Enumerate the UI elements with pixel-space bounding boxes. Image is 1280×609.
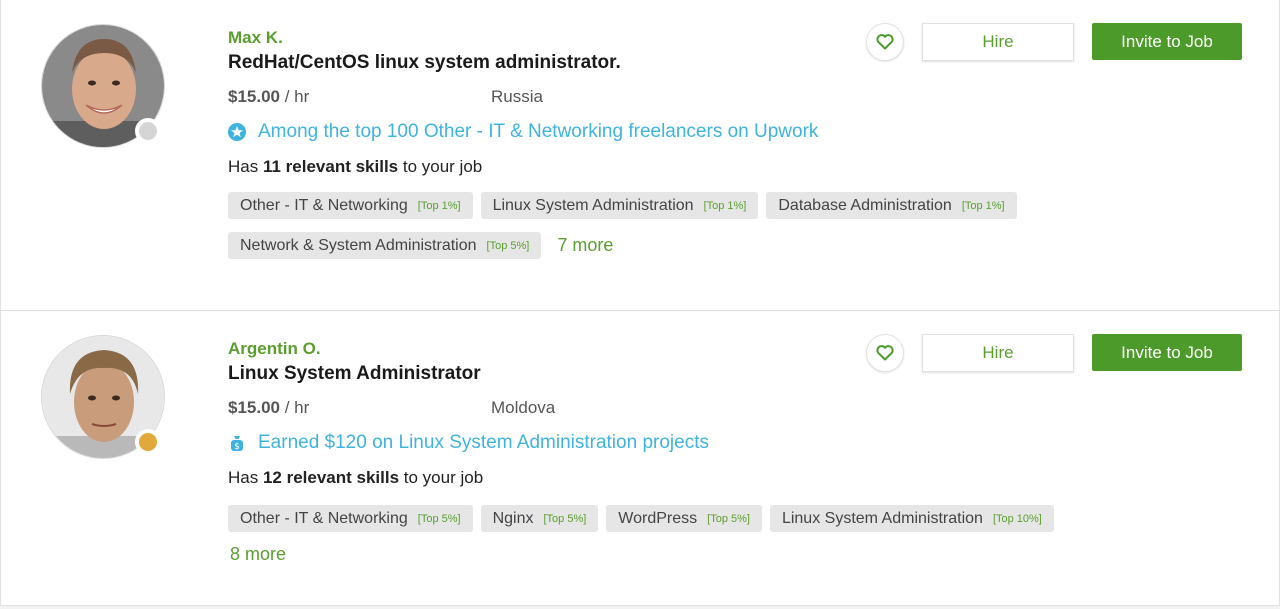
skill-tag[interactable]: Network & System Administration [Top 5%] bbox=[228, 232, 542, 259]
freelancer-title[interactable]: Linux System Administrator bbox=[228, 363, 481, 385]
more-skills-link[interactable]: 8 more bbox=[230, 544, 286, 565]
relevant-skills-summary: Has 11 relevant skills to your job bbox=[228, 157, 483, 176]
skill-tag[interactable]: Other - IT & Networking [Top 1%] bbox=[228, 192, 473, 219]
heart-icon bbox=[876, 345, 894, 361]
money-bag-icon: $ bbox=[228, 434, 246, 452]
hire-button[interactable]: Hire bbox=[922, 334, 1074, 372]
skill-tag[interactable]: Other - IT & Networking [Top 5%] bbox=[228, 505, 473, 532]
invite-to-job-button[interactable]: Invite to Job bbox=[1092, 23, 1242, 60]
freelancer-card[interactable]: Argentin O. Linux System Administrator $… bbox=[0, 311, 1280, 606]
save-favorite-button[interactable] bbox=[866, 334, 904, 372]
badge-text: Earned $120 on Linux System Administrati… bbox=[258, 432, 709, 453]
hourly-rate: $15.00 / hr bbox=[228, 87, 310, 106]
skill-tag[interactable]: Database Administration [Top 1%] bbox=[766, 192, 1017, 219]
location: Moldova bbox=[491, 398, 556, 417]
location: Russia bbox=[491, 87, 543, 106]
earnings-badge: $ Earned $120 on Linux System Administra… bbox=[228, 432, 709, 454]
save-favorite-button[interactable] bbox=[866, 23, 904, 61]
heart-icon bbox=[876, 34, 894, 50]
skill-tags-row: Network & System Administration [Top 5%] … bbox=[228, 232, 613, 259]
away-status-dot bbox=[135, 429, 161, 455]
achievement-badge: Among the top 100 Other - IT & Networkin… bbox=[228, 121, 818, 143]
invite-to-job-button[interactable]: Invite to Job bbox=[1092, 334, 1242, 371]
skill-tags-row: Other - IT & Networking [Top 5%] Nginx [To… bbox=[228, 505, 1054, 532]
freelancer-title[interactable]: RedHat/CentOS linux system administrator… bbox=[228, 52, 621, 74]
hire-button[interactable]: Hire bbox=[922, 23, 1074, 61]
freelancer-name[interactable]: Max K. bbox=[228, 28, 283, 48]
freelancer-card[interactable]: Max K. RedHat/CentOS linux system admini… bbox=[0, 0, 1280, 311]
skill-tag[interactable]: Linux System Administration [Top 1%] bbox=[480, 192, 759, 219]
skill-tags-row: 8 more bbox=[228, 544, 286, 565]
badge-text: Among the top 100 Other - IT & Networkin… bbox=[258, 121, 819, 142]
skill-tags-row: Other - IT & Networking [Top 1%] Linux Sy… bbox=[228, 192, 1017, 219]
svg-text:$: $ bbox=[234, 442, 240, 452]
star-badge-icon bbox=[228, 123, 246, 141]
hourly-rate: $15.00 / hr bbox=[228, 398, 310, 417]
skill-tag[interactable]: Nginx [Top 5%] bbox=[480, 505, 599, 532]
more-skills-link[interactable]: 7 more bbox=[557, 235, 613, 256]
relevant-skills-summary: Has 12 relevant skills to your job bbox=[228, 468, 484, 487]
skill-tag[interactable]: Linux System Administration [Top 10%] bbox=[769, 505, 1054, 532]
skill-tag[interactable]: WordPress [Top 5%] bbox=[606, 505, 762, 532]
freelancer-name[interactable]: Argentin O. bbox=[228, 339, 321, 359]
online-status-dot bbox=[135, 118, 161, 144]
